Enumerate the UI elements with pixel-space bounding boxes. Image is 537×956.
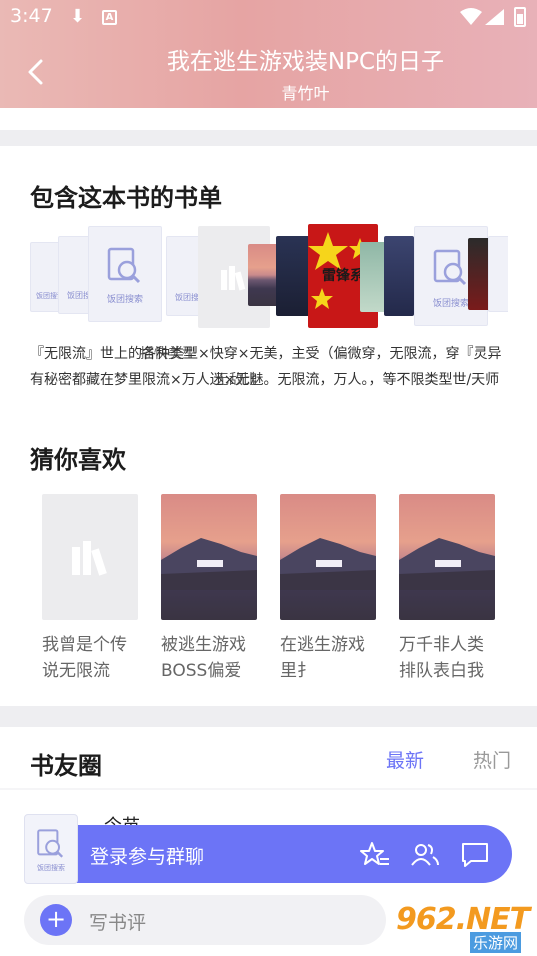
tab-latest[interactable]: 最新	[386, 746, 424, 773]
book-placeholder-icon	[72, 541, 107, 576]
star-list-icon[interactable]	[360, 841, 390, 869]
search-book-icon	[107, 248, 141, 284]
booklist-cover[interactable]	[276, 236, 310, 316]
book-name[interactable]: 在逃生游戏里扌	[280, 632, 376, 684]
status-bar: 3:47 ⬇ A	[0, 0, 537, 34]
book-cover[interactable]	[399, 494, 495, 620]
booklist-desc-text: 『无限流』世上的各种类型×快穿×无美，主受（偏微穿，无限流，穿『灵异	[30, 346, 502, 362]
book-name[interactable]: 我曾是个传说无限流	[42, 632, 138, 684]
booklist-section-title: 包含这本书的书单	[30, 184, 222, 212]
book-name[interactable]: 万千非人类排队表白我	[399, 632, 495, 684]
circle-section-title: 书友圈	[30, 752, 102, 780]
booklist-desc-text: 有秘密都藏在梦里限流×万人迷×无魅。无限流，万人。，等不限类型世/天师	[30, 372, 500, 388]
chat-bubble-icon[interactable]	[460, 841, 490, 869]
booklist-cover[interactable]	[360, 242, 386, 312]
tab-hot[interactable]: 热门	[473, 746, 511, 773]
search-book-icon	[37, 829, 64, 858]
cover-sign	[316, 560, 342, 567]
book-title: 我在逃生游戏装NPC的日子	[166, 49, 445, 75]
search-book-icon	[433, 249, 467, 286]
booklist-description: 『无限流』世上的各种类型×快穿×无美，主受（偏微穿，无限流，穿『灵异 插快美型	[30, 343, 508, 363]
watermark-subtext: 乐游网	[470, 932, 522, 953]
book-cover[interactable]	[161, 494, 257, 620]
book-cover[interactable]	[42, 494, 138, 620]
avatar-label: 饭团搜索	[37, 864, 65, 872]
booklist-cover[interactable]	[384, 236, 414, 316]
book-author[interactable]: 青竹叶	[0, 80, 537, 104]
svg-text:雷锋系: 雷锋系	[322, 267, 364, 284]
review-input[interactable]	[24, 895, 386, 945]
chat-login-label[interactable]: 登录参与群聊	[90, 842, 204, 869]
cover-sign	[435, 560, 461, 567]
booklist-desc-overlap: 插快美型	[140, 346, 196, 362]
booklist-cover[interactable]	[488, 236, 508, 312]
signal-icon	[485, 9, 504, 25]
wifi-icon	[460, 8, 482, 25]
booklist-description: 有秘密都藏在梦里限流×万人迷×无魅。无限流，万人。，等不限类型世/天师 无敌比	[30, 369, 508, 389]
divider	[0, 788, 537, 790]
notification-a-icon: A	[102, 10, 117, 25]
booklist-carousel[interactable]: 饭团搜索 饭团搜索 饭团搜索 饭团搜索 雷锋系 饭团搜索	[30, 222, 508, 337]
book-placeholder-icon	[221, 266, 246, 291]
plus-icon[interactable]: +	[40, 904, 72, 936]
members-icon[interactable]	[410, 841, 440, 869]
group-avatar[interactable]: 饭团搜索	[24, 814, 78, 884]
download-icon: ⬇	[70, 6, 86, 27]
book-name[interactable]: 被逃生游戏BOSS偏爱	[161, 632, 257, 684]
recommend-section-title: 猜你喜欢	[30, 446, 126, 474]
recommend-book[interactable]: 我曾是个传说无限流	[42, 494, 138, 684]
recommend-book[interactable]: 在逃生游戏里扌	[280, 494, 376, 684]
book-cover[interactable]	[280, 494, 376, 620]
booklist-desc-overlap: 无敌比	[215, 372, 257, 388]
recommend-book[interactable]: 万千非人类排队表白我	[399, 494, 495, 684]
app-header: 3:47 ⬇ A 我在逃生游戏装NPC的日子 青竹叶	[0, 0, 537, 108]
top-card	[0, 108, 537, 130]
battery-icon	[514, 7, 526, 27]
status-time: 3:47	[10, 5, 53, 27]
cover-label: 饭团搜索	[106, 295, 143, 305]
booklist-cover[interactable]: 饭团搜索	[88, 226, 162, 322]
recommend-book[interactable]: 被逃生游戏BOSS偏爱	[161, 494, 257, 684]
cover-sign	[197, 560, 223, 567]
review-placeholder[interactable]: 写书评	[89, 908, 146, 935]
watermark-logo: 962.NET 乐游网	[396, 902, 534, 954]
